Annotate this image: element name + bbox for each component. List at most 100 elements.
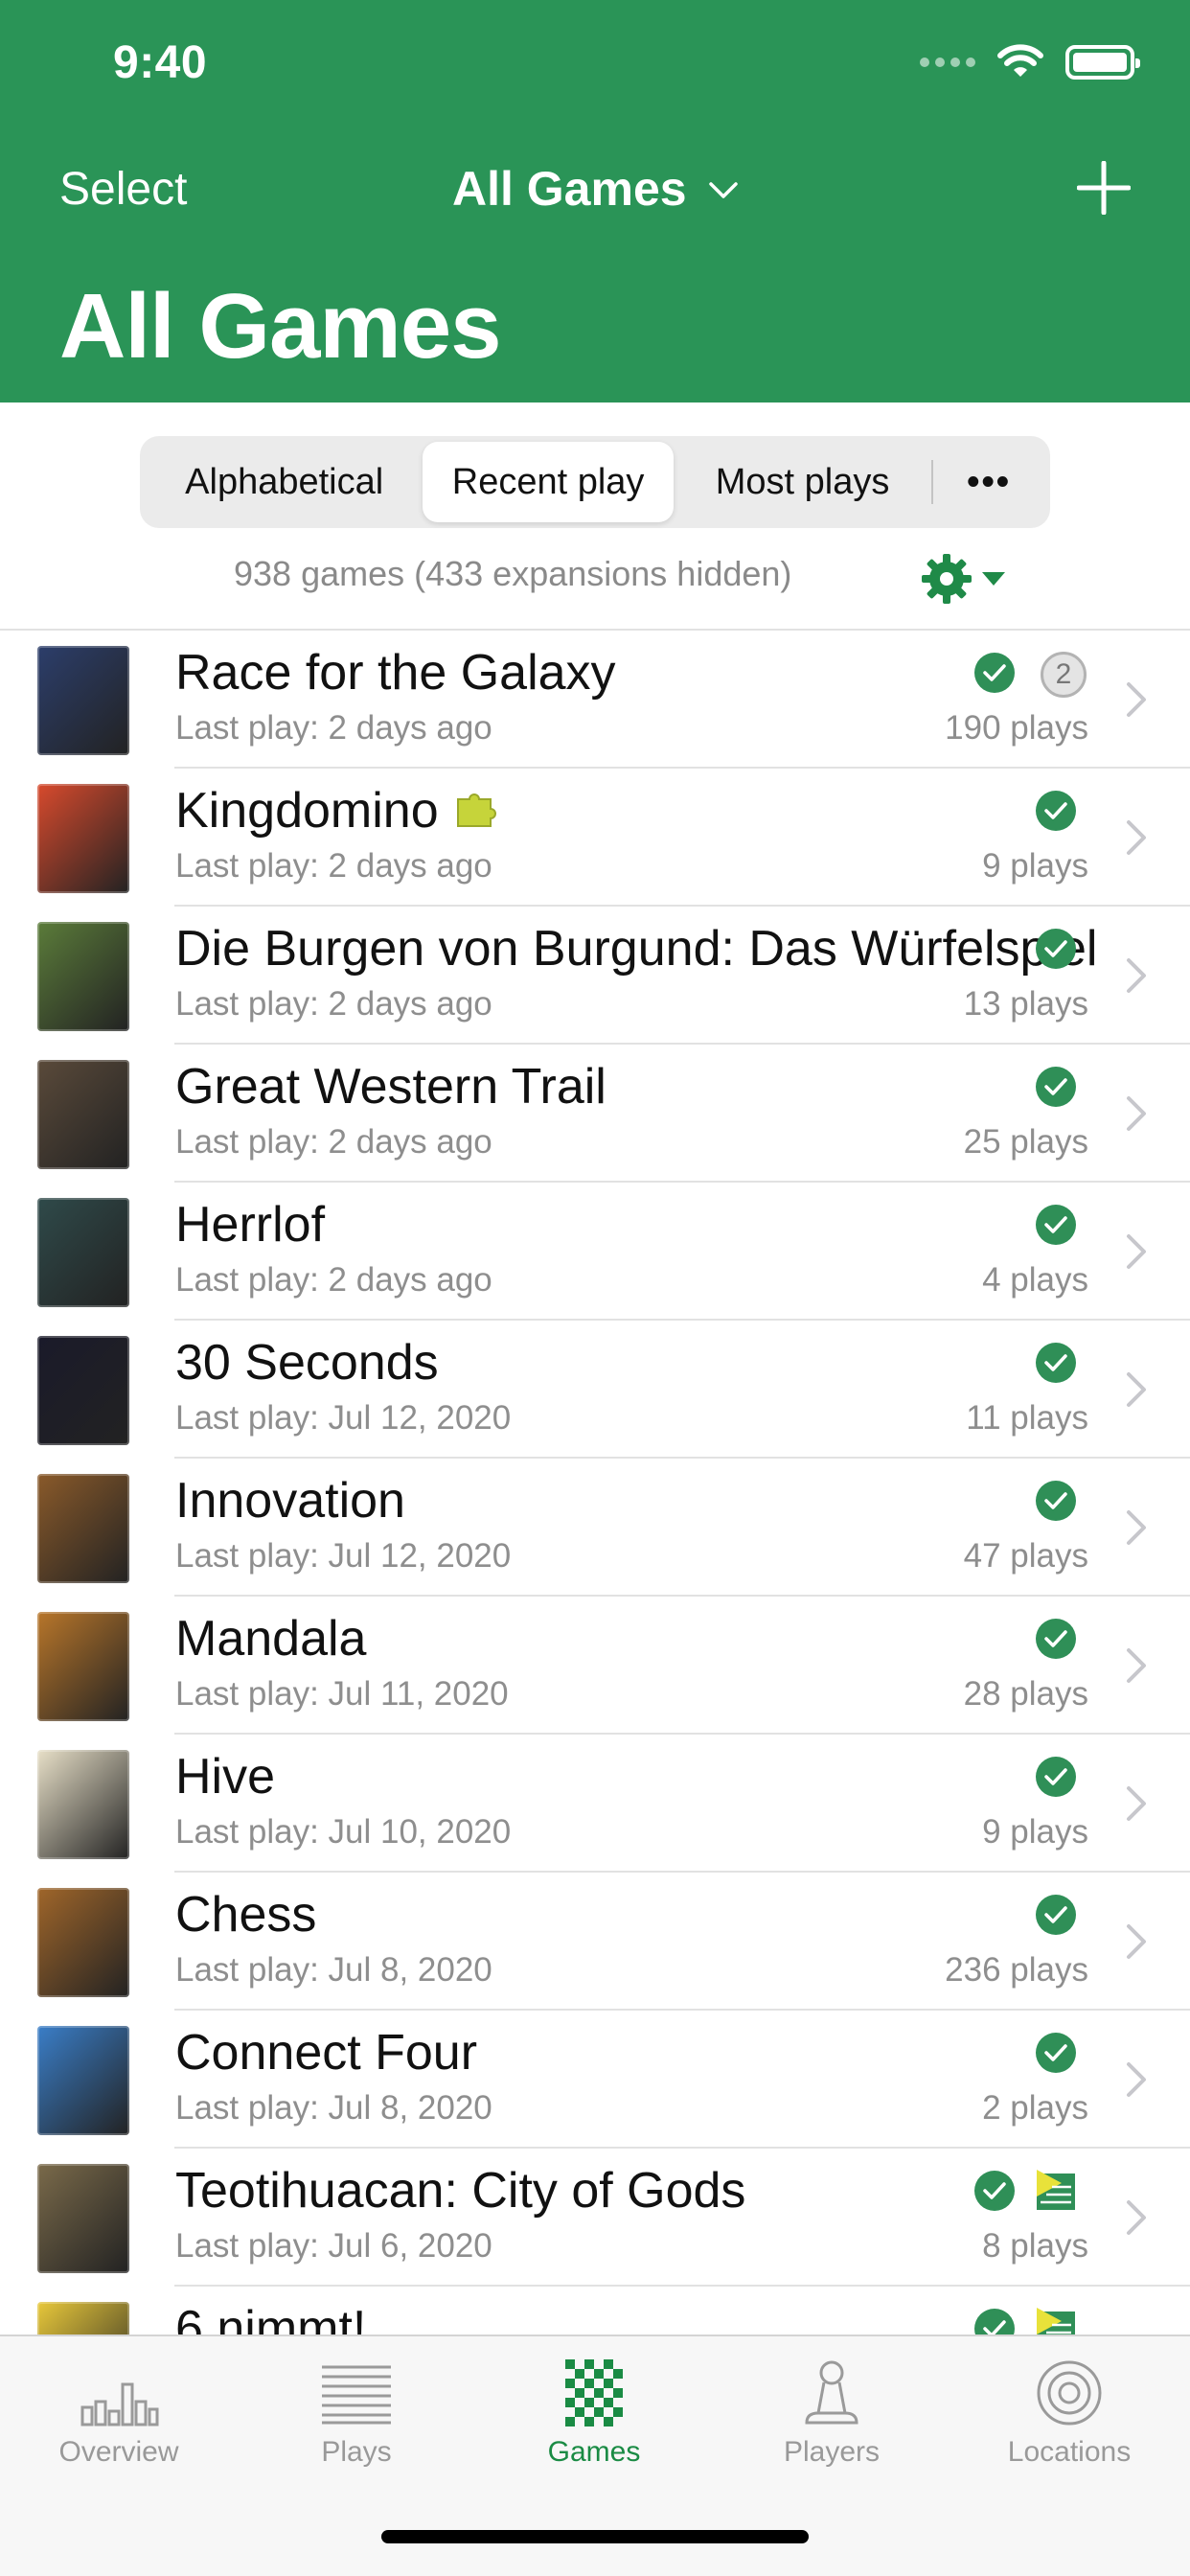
game-row[interactable]: Herrlof Last play: 2 days ago 4 plays <box>0 1183 1190 1321</box>
last-play: Last play: 2 days ago <box>175 1123 492 1161</box>
game-row[interactable]: 30 Seconds Last play: Jul 12, 2020 11 play… <box>0 1321 1190 1459</box>
chevron-right-icon <box>1127 2200 1146 2235</box>
play-count: 2 plays <box>982 2089 1088 2127</box>
sort-most-plays[interactable]: Most plays <box>674 442 931 522</box>
last-play: Last play: 2 days ago <box>175 1261 492 1299</box>
gear-icon <box>922 554 972 604</box>
tab-games[interactable]: Games <box>475 2359 713 2469</box>
home-indicator <box>381 2530 809 2543</box>
play-count: 47 plays <box>963 1537 1088 1575</box>
game-name-group: Teotihuacan: City of Gods <box>175 2162 745 2220</box>
game-row[interactable]: Mandala Last play: Jul 11, 2020 28 plays <box>0 1597 1190 1735</box>
game-name-group: Chess <box>175 1886 316 1944</box>
tab-plays[interactable]: Plays <box>238 2359 475 2469</box>
sort-more-options[interactable]: ••• <box>933 442 1044 522</box>
game-box-art <box>37 2026 129 2135</box>
game-row[interactable]: Chess Last play: Jul 8, 2020 236 plays <box>0 1873 1190 2011</box>
tab-locations-label: Locations <box>1007 2436 1132 2468</box>
game-row[interactable]: Connect Four Last play: Jul 8, 2020 2 play… <box>0 2011 1190 2149</box>
game-name-group: Innovation <box>175 1472 405 1530</box>
game-box-art <box>37 1198 129 1307</box>
sort-segmented-control: Alphabetical Recent play Most plays ••• <box>140 436 1050 528</box>
game-name-group: Die Burgen von Burgund: Das Würfelspiel <box>175 920 1097 978</box>
owned-check-icon <box>974 2171 1015 2211</box>
game-thumbnail <box>27 644 140 757</box>
game-row[interactable]: Great Western Trail Last play: 2 days ago… <box>0 1045 1190 1183</box>
play-count: 236 plays <box>945 1951 1088 1989</box>
game-row[interactable]: Hive Last play: Jul 10, 2020 9 plays <box>0 1735 1190 1873</box>
game-name: Mandala <box>175 1611 367 1667</box>
chevron-right-icon <box>1127 1096 1146 1131</box>
last-play: Last play: Jul 10, 2020 <box>175 1813 512 1851</box>
game-box-art <box>37 1612 129 1721</box>
game-thumbnail <box>27 1886 140 1999</box>
pawn-icon <box>805 2360 858 2425</box>
play-count: 9 plays <box>982 847 1088 885</box>
chevron-right-icon <box>1127 2062 1146 2097</box>
game-name: Chess <box>175 1887 317 1943</box>
sort-recent-play[interactable]: Recent play <box>423 442 674 522</box>
chevron-right-icon <box>1127 820 1146 855</box>
owned-check-icon <box>1036 1757 1076 1797</box>
last-play: Last play: Jul 8, 2020 <box>175 2089 492 2127</box>
game-box-art <box>37 1888 129 1997</box>
tab-games-label: Games <box>547 2436 641 2468</box>
play-count: 28 plays <box>963 1675 1088 1713</box>
owned-check-icon <box>1036 1895 1076 1935</box>
game-row[interactable]: Die Burgen von Burgund: Das Würfelspiel L… <box>0 907 1190 1045</box>
play-count: 4 plays <box>982 1261 1088 1299</box>
chevron-right-icon <box>1127 682 1146 717</box>
game-thumbnail <box>27 1334 140 1447</box>
game-row[interactable]: Kingdomino Last play: 2 days ago 9 plays <box>0 769 1190 907</box>
game-row[interactable]: Innovation Last play: Jul 12, 2020 47 play… <box>0 1459 1190 1597</box>
game-name: Teotihuacan: City of Gods <box>175 2163 746 2219</box>
chevron-down-icon <box>708 182 738 198</box>
sort-alphabetical[interactable]: Alphabetical <box>146 442 423 522</box>
owned-check-icon <box>1036 1481 1076 1521</box>
last-play: Last play: Jul 6, 2020 <box>175 2227 492 2265</box>
play-count: 190 plays <box>945 709 1088 747</box>
game-box-art <box>37 646 129 755</box>
tab-players[interactable]: Players <box>713 2359 950 2469</box>
tab-plays-label: Plays <box>321 2436 392 2468</box>
chevron-right-icon <box>1127 1234 1146 1269</box>
page-title: All Games <box>59 275 502 378</box>
game-box-art <box>37 1474 129 1583</box>
play-count: 11 plays <box>966 1399 1088 1437</box>
game-thumbnail <box>27 920 140 1033</box>
count-badge: 2 <box>1041 652 1087 698</box>
games-list: Race for the Galaxy Last play: 2 days ago… <box>0 631 1190 2425</box>
game-name-group: Great Western Trail <box>175 1058 606 1116</box>
tab-overview[interactable]: Overview <box>0 2359 238 2469</box>
last-play: Last play: 2 days ago <box>175 709 492 747</box>
owned-check-icon <box>1036 929 1076 969</box>
chevron-right-icon <box>1127 958 1146 993</box>
game-name-group: 30 Seconds <box>175 1334 439 1392</box>
game-name: Race for the Galaxy <box>175 645 616 701</box>
owned-check-icon <box>1036 791 1076 831</box>
chart-icon <box>80 2382 159 2426</box>
select-button[interactable]: Select <box>59 163 187 216</box>
status-time: 9:40 <box>113 37 208 88</box>
chevron-right-icon <box>1127 1786 1146 1821</box>
owned-check-icon <box>1036 1067 1076 1107</box>
target-icon <box>1037 2360 1102 2426</box>
game-name: 30 Seconds <box>175 1335 439 1391</box>
last-play: Last play: Jul 12, 2020 <box>175 1399 512 1437</box>
caret-down-icon <box>982 572 1005 586</box>
game-name-group: Mandala <box>175 1610 366 1668</box>
game-row[interactable]: Teotihuacan: City of Gods Last play: Jul … <box>0 2149 1190 2287</box>
navigation-header: 9:40 Select All Games All Games <box>0 0 1190 402</box>
owned-check-icon <box>1036 2033 1076 2073</box>
last-play: Last play: 2 days ago <box>175 985 492 1023</box>
filter-settings-button[interactable] <box>918 550 1006 608</box>
collection-dropdown[interactable]: All Games <box>452 161 739 217</box>
add-icon[interactable] <box>1077 161 1131 215</box>
game-box-art <box>37 1750 129 1859</box>
game-row[interactable]: Race for the Galaxy Last play: 2 days ago… <box>0 631 1190 769</box>
game-thumbnail <box>27 1196 140 1309</box>
play-count: 9 plays <box>982 1813 1088 1851</box>
last-play: Last play: Jul 12, 2020 <box>175 1537 512 1575</box>
tab-locations[interactable]: Locations <box>950 2359 1188 2469</box>
puzzle-icon <box>456 794 496 827</box>
